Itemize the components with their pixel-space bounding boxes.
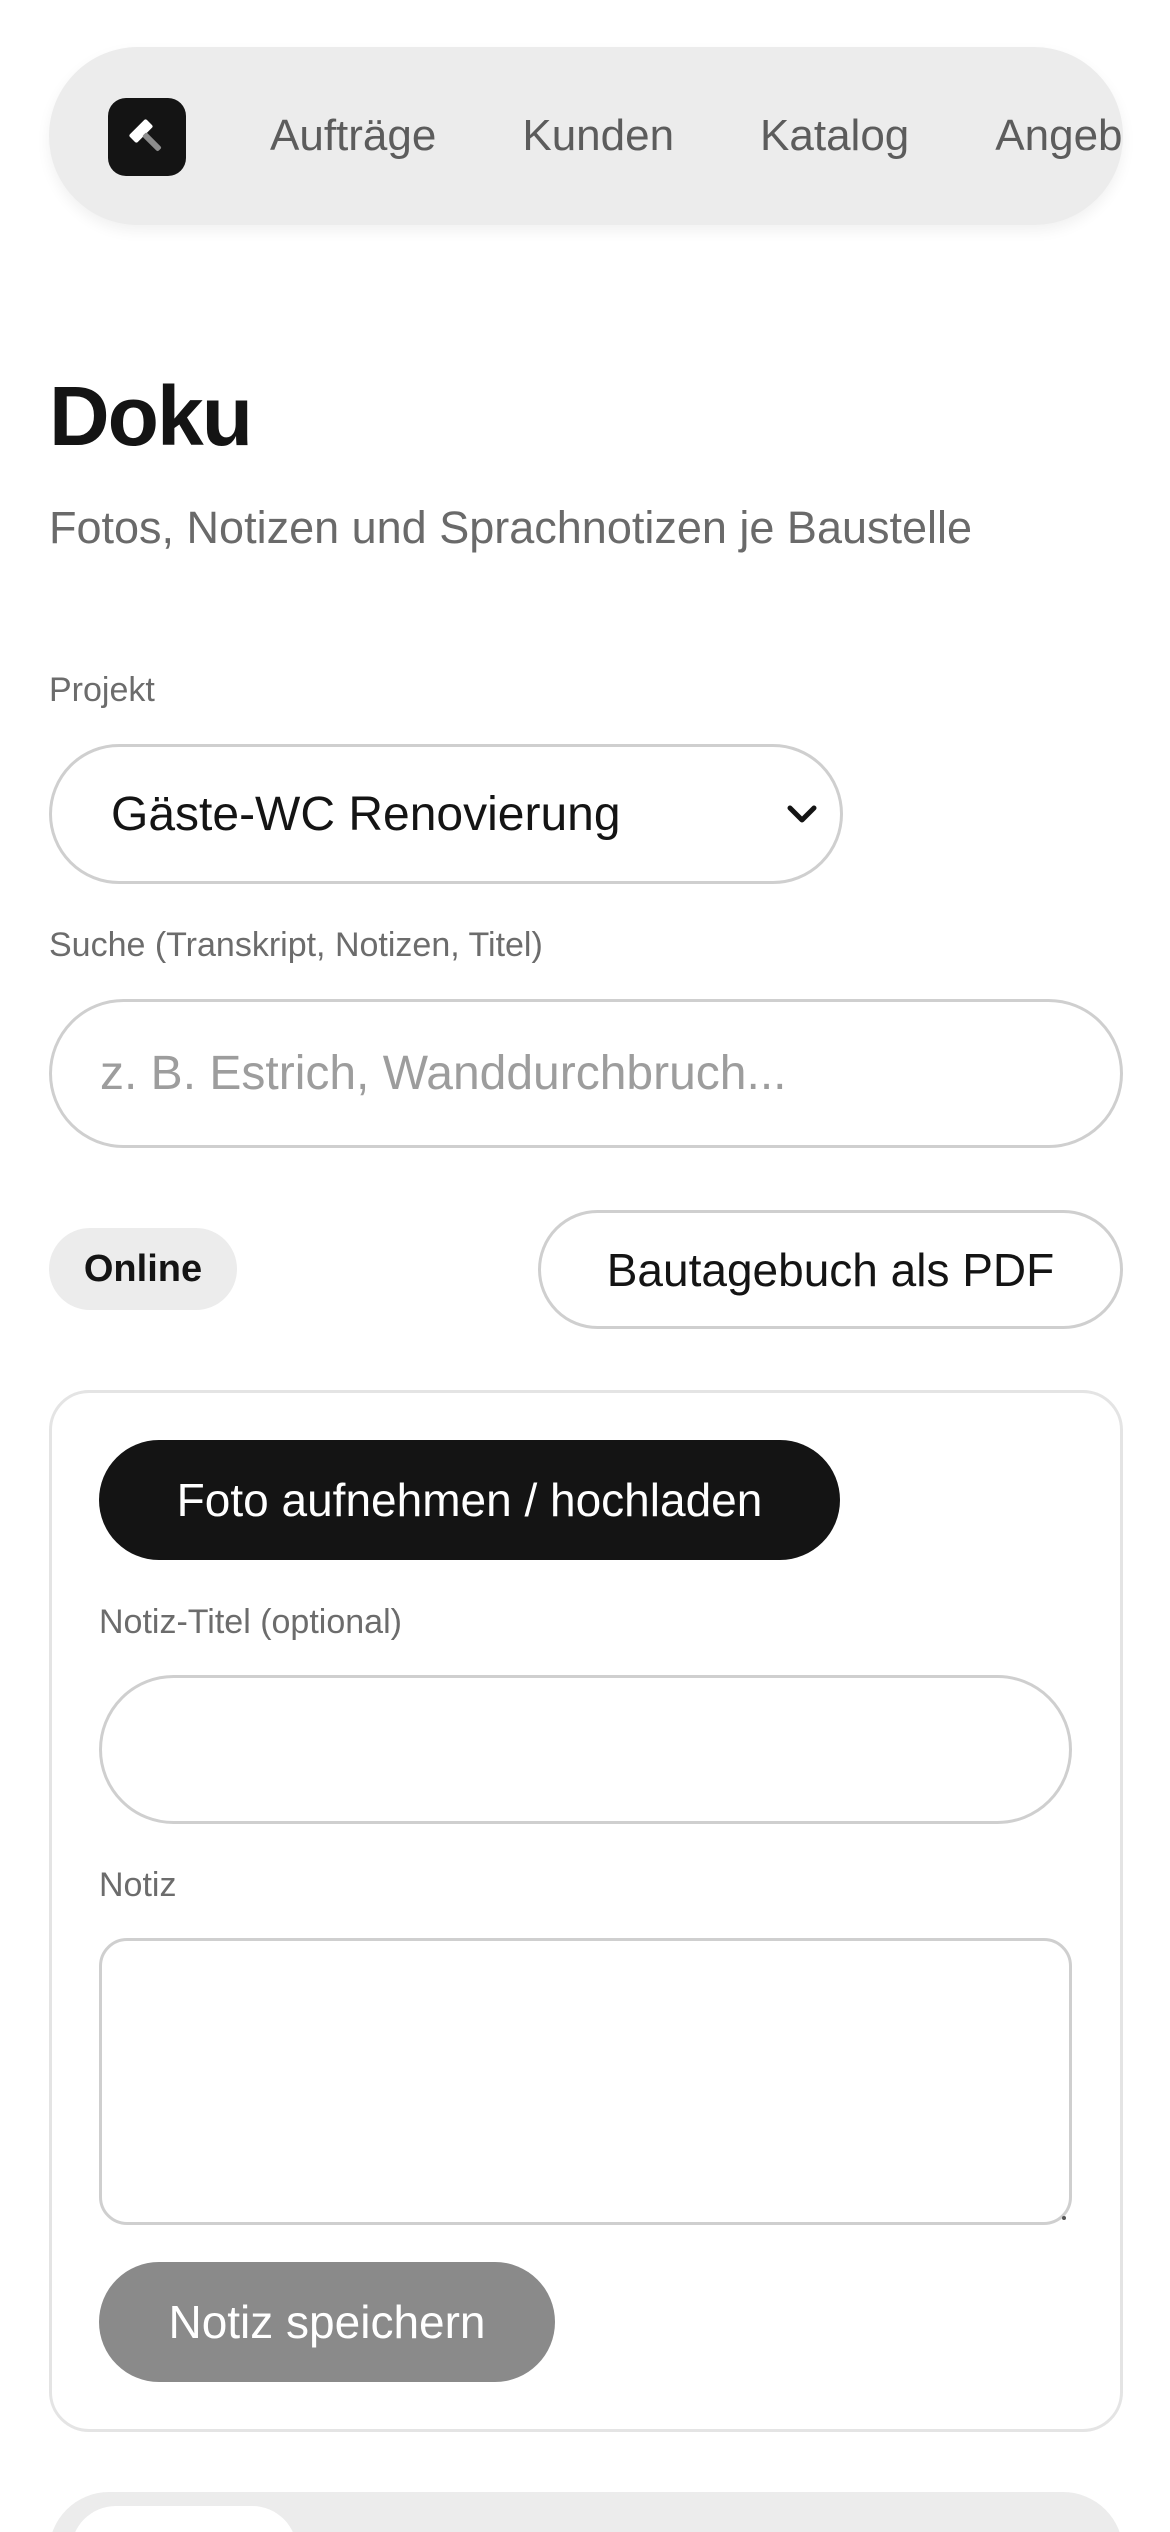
project-select[interactable]: Gäste-WC Renovierung: [49, 744, 843, 884]
doku-page: Aufträge Kunden Katalog Angebote Doku Fo…: [0, 0, 1170, 2532]
save-note-button[interactable]: Notiz speichern: [99, 2262, 555, 2382]
nav-items: Aufträge Kunden Katalog Angebote: [270, 47, 1123, 225]
export-pdf-button[interactable]: Bautagebuch als PDF: [538, 1210, 1123, 1329]
nav-item-kunden[interactable]: Kunden: [522, 111, 674, 161]
resize-handle-icon[interactable]: [1062, 2216, 1066, 2220]
bottom-tab-active[interactable]: [71, 2506, 297, 2532]
page-title: Doku: [49, 369, 253, 463]
photo-upload-button[interactable]: Foto aufnehmen / hochladen: [99, 1440, 840, 1560]
bottom-tab-bar: [49, 2492, 1123, 2532]
page-subtitle: Fotos, Notizen und Sprachnotizen je Baus…: [49, 502, 973, 553]
project-label: Projekt: [49, 671, 155, 709]
nav-item-auftraege[interactable]: Aufträge: [270, 111, 436, 161]
nav-item-katalog[interactable]: Katalog: [760, 111, 909, 161]
note-title-input[interactable]: [99, 1675, 1072, 1824]
app-logo[interactable]: [108, 98, 186, 176]
chevron-down-icon: [772, 784, 832, 844]
search-input[interactable]: [49, 999, 1123, 1148]
nav-item-angebote[interactable]: Angebote: [995, 111, 1123, 161]
top-nav: Aufträge Kunden Katalog Angebote: [49, 47, 1123, 225]
project-select-value: Gäste-WC Renovierung: [111, 787, 621, 841]
note-label: Notiz: [99, 1866, 177, 1904]
hammer-icon: [129, 119, 162, 152]
status-badge: Online: [49, 1228, 237, 1310]
note-title-label: Notiz-Titel (optional): [99, 1603, 402, 1641]
note-textarea[interactable]: [99, 1938, 1072, 2225]
search-label: Suche (Transkript, Notizen, Titel): [49, 926, 543, 964]
